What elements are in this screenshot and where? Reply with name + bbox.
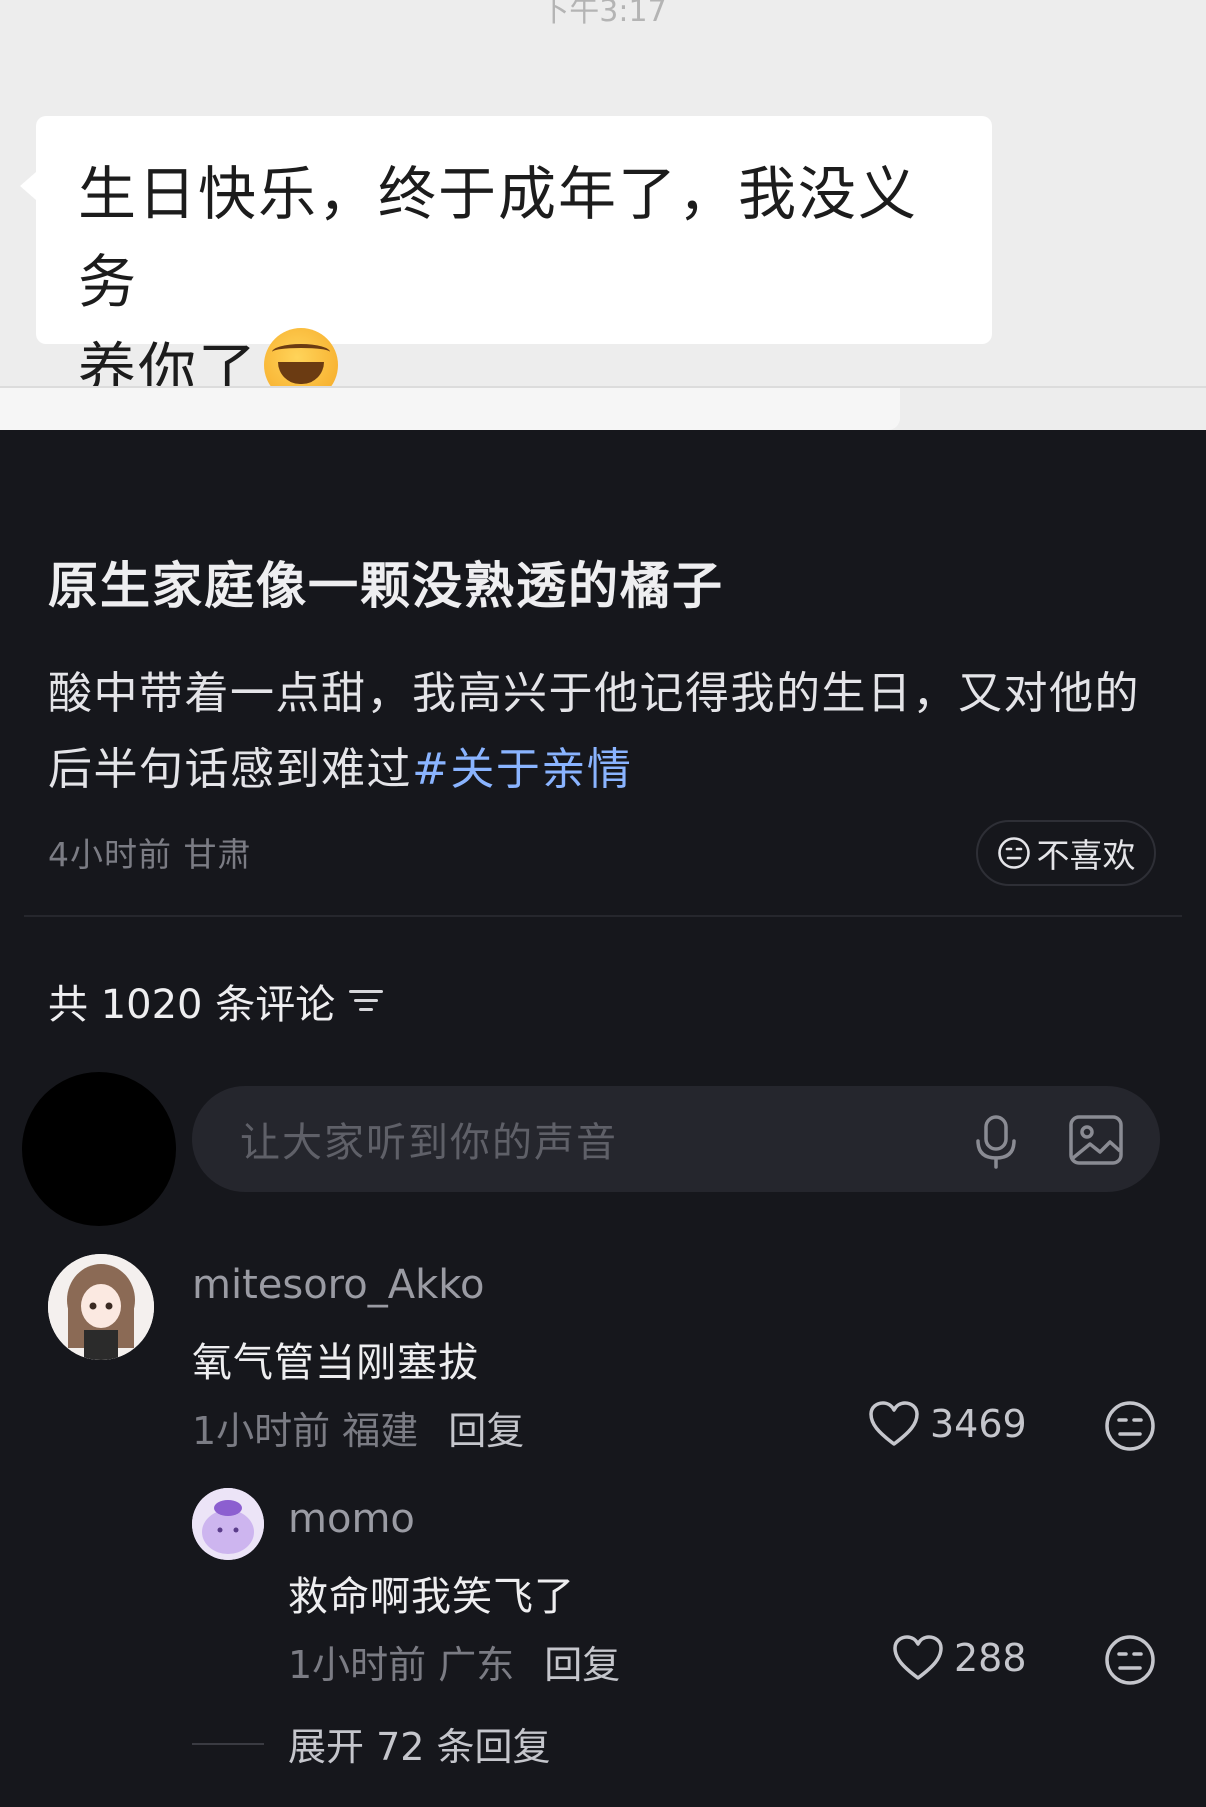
like-count: 288 <box>954 1636 1027 1680</box>
chat-screenshot-image: 下午3:17 生日快乐，终于成年了，我没义务 养你了 <box>0 0 1206 430</box>
post-title: 原生家庭像一颗没熟透的橘子 <box>48 557 724 615</box>
current-user-avatar[interactable] <box>22 1072 176 1226</box>
dislike-label: 不喜欢 <box>1036 836 1136 875</box>
chat-message-line1: 生日快乐，终于成年了，我没义务 <box>78 160 919 316</box>
dislike-face-icon[interactable] <box>1104 1400 1156 1452</box>
neutral-face-icon <box>997 837 1030 869</box>
post-meta: 4小时前 甘肃 <box>48 828 252 876</box>
chat-message-bubble: 生日快乐，终于成年了，我没义务 养你了 <box>20 116 992 404</box>
image-icon[interactable] <box>1068 1114 1124 1166</box>
post-body: 酸中带着一点甜，我高兴于他记得我的生日，又对他的后半句话感到难过#关于亲情 <box>48 656 1168 808</box>
expand-replies-label: 展开 72 条回复 <box>288 1725 551 1769</box>
reply-button[interactable]: 回复 <box>544 1634 620 1689</box>
comment-username[interactable]: momo <box>288 1496 415 1542</box>
comment-meta: 1小时前 福建 回复 <box>192 1400 524 1455</box>
avatar-illustration <box>192 1488 264 1560</box>
comment-time: 1小时前 <box>192 1409 331 1453</box>
comment-username[interactable]: mitesoro_Akko <box>192 1262 484 1308</box>
comment-input-placeholder: 让大家听到你的声音 <box>240 1120 618 1166</box>
sort-lines-icon[interactable] <box>349 988 384 1014</box>
heart-icon <box>893 1635 943 1680</box>
section-divider <box>24 915 1182 917</box>
chat-time-label: 下午3:17 <box>539 0 667 29</box>
microphone-icon[interactable] <box>970 1114 1022 1170</box>
comments-header[interactable]: 共 1020 条评论 <box>48 972 384 1030</box>
reply-button[interactable]: 回复 <box>448 1400 524 1455</box>
post-time: 4小时前 <box>48 835 172 874</box>
like-button[interactable]: 288 <box>892 1634 1027 1682</box>
expand-replies-button[interactable]: 展开 72 条回复 <box>192 1716 551 1771</box>
dislike-face-icon[interactable] <box>1104 1634 1156 1686</box>
comment-location: 福建 <box>342 1409 419 1453</box>
post-content: 原生家庭像一颗没熟透的橘子 酸中带着一点甜，我高兴于他记得我的生日，又对他的后半… <box>48 546 1168 808</box>
avatar[interactable] <box>192 1488 264 1560</box>
dislike-button[interactable]: 不喜欢 <box>976 820 1156 886</box>
comments-count-label: 共 1020 条评论 <box>48 982 336 1028</box>
expand-divider-line <box>192 1742 264 1745</box>
post-hashtag-link[interactable]: #关于亲情 <box>412 744 632 795</box>
heart-icon <box>869 1401 919 1446</box>
comment-time: 1小时前 <box>288 1643 427 1687</box>
avatar[interactable] <box>48 1254 154 1360</box>
post-location: 甘肃 <box>183 835 252 874</box>
comment-text: 氧气管当刚塞拔 <box>192 1340 479 1386</box>
chat-message-text: 生日快乐，终于成年了，我没义务 养你了 <box>78 150 950 414</box>
like-button[interactable]: 3469 <box>868 1400 1027 1448</box>
chat-bottom-strip <box>0 388 900 430</box>
comment-location: 广东 <box>438 1643 515 1687</box>
comment-text: 救命啊我笑飞了 <box>288 1574 575 1620</box>
avatar-illustration <box>48 1254 154 1360</box>
comment-meta: 1小时前 广东 回复 <box>288 1634 620 1689</box>
like-count: 3469 <box>930 1402 1027 1446</box>
